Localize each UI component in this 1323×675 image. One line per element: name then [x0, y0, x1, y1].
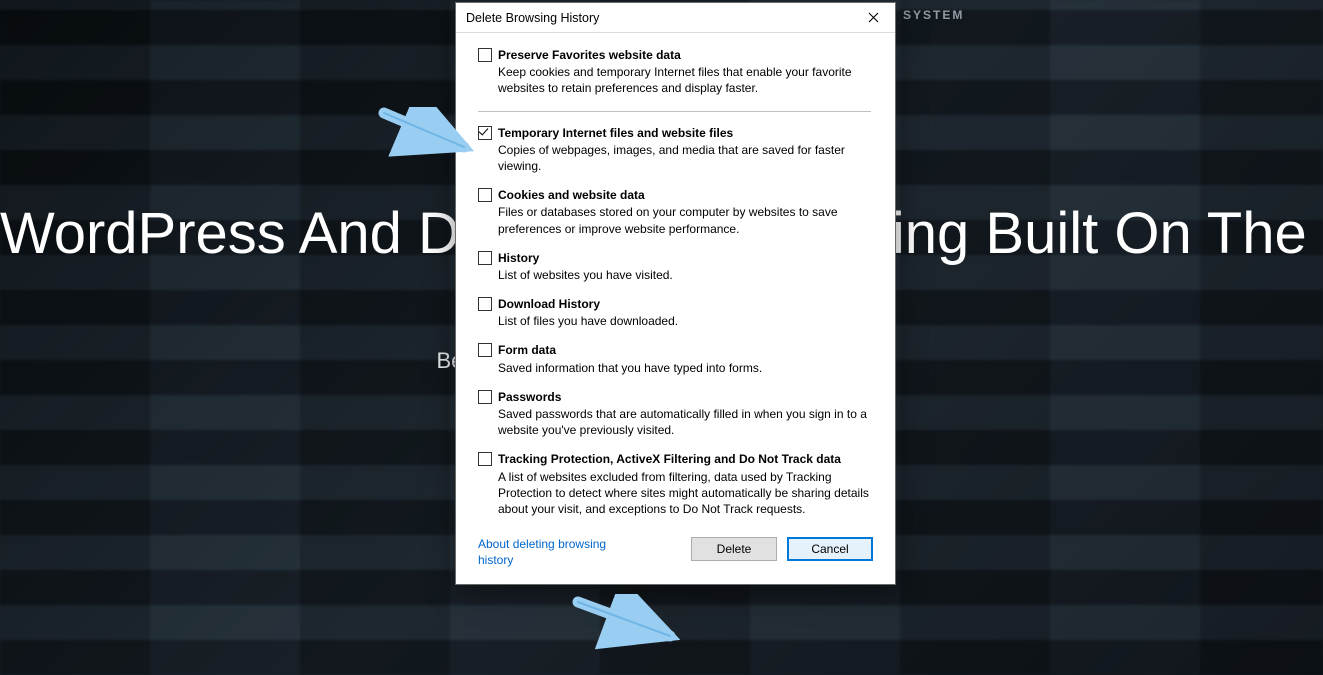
option-download-history[interactable]: Download History List of files you have … — [478, 296, 871, 329]
dialog-buttons: Delete Cancel — [691, 537, 873, 561]
option-title: Download History — [498, 296, 871, 312]
checkbox[interactable] — [478, 251, 492, 265]
option-title: Preserve Favorites website data — [498, 47, 871, 63]
option-desc: List of files you have downloaded. — [498, 313, 871, 329]
option-desc: List of websites you have visited. — [498, 267, 871, 283]
checkbox[interactable] — [478, 452, 492, 466]
option-title: Form data — [498, 342, 871, 358]
checkbox[interactable] — [478, 297, 492, 311]
option-tracking-protection[interactable]: Tracking Protection, ActiveX Filtering a… — [478, 451, 871, 517]
cancel-button[interactable]: Cancel — [787, 537, 873, 561]
checkbox[interactable] — [478, 48, 492, 62]
close-button[interactable] — [851, 3, 895, 33]
option-title: Cookies and website data — [498, 187, 871, 203]
checkbox[interactable] — [478, 390, 492, 404]
option-title: Temporary Internet files and website fil… — [498, 125, 871, 141]
delete-button[interactable]: Delete — [691, 537, 777, 561]
option-desc: Copies of webpages, images, and media th… — [498, 142, 871, 174]
option-desc: Keep cookies and temporary Internet file… — [498, 64, 871, 96]
checkbox[interactable] — [478, 126, 492, 140]
option-cookies[interactable]: Cookies and website data Files or databa… — [478, 187, 871, 237]
option-history[interactable]: History List of websites you have visite… — [478, 250, 871, 283]
option-passwords[interactable]: Passwords Saved passwords that are autom… — [478, 389, 871, 439]
option-desc: Saved information that you have typed in… — [498, 360, 871, 376]
checkbox[interactable] — [478, 343, 492, 357]
option-desc: Files or databases stored on your comput… — [498, 204, 871, 236]
option-temp-internet-files[interactable]: Temporary Internet files and website fil… — [478, 125, 871, 175]
bg-label-fragment: SYSTEM — [903, 8, 964, 22]
dialog-body: Preserve Favorites website data Keep coo… — [456, 33, 895, 531]
option-title: Tracking Protection, ActiveX Filtering a… — [498, 451, 871, 467]
option-title: History — [498, 250, 871, 266]
checkbox[interactable] — [478, 188, 492, 202]
option-desc: Saved passwords that are automatically f… — [498, 406, 871, 438]
delete-history-dialog: Delete Browsing History Preserve Favorit… — [455, 2, 896, 585]
close-icon — [868, 12, 879, 23]
option-desc: A list of websites excluded from filteri… — [498, 469, 871, 518]
option-title: Passwords — [498, 389, 871, 405]
about-deleting-history-link[interactable]: About deleting browsing history — [478, 537, 628, 568]
option-form-data[interactable]: Form data Saved information that you hav… — [478, 342, 871, 375]
dialog-title: Delete Browsing History — [466, 11, 599, 25]
dialog-footer: About deleting browsing history Delete C… — [456, 531, 895, 584]
option-preserve-favorites[interactable]: Preserve Favorites website data Keep coo… — [478, 47, 871, 112]
dialog-titlebar: Delete Browsing History — [456, 3, 895, 33]
